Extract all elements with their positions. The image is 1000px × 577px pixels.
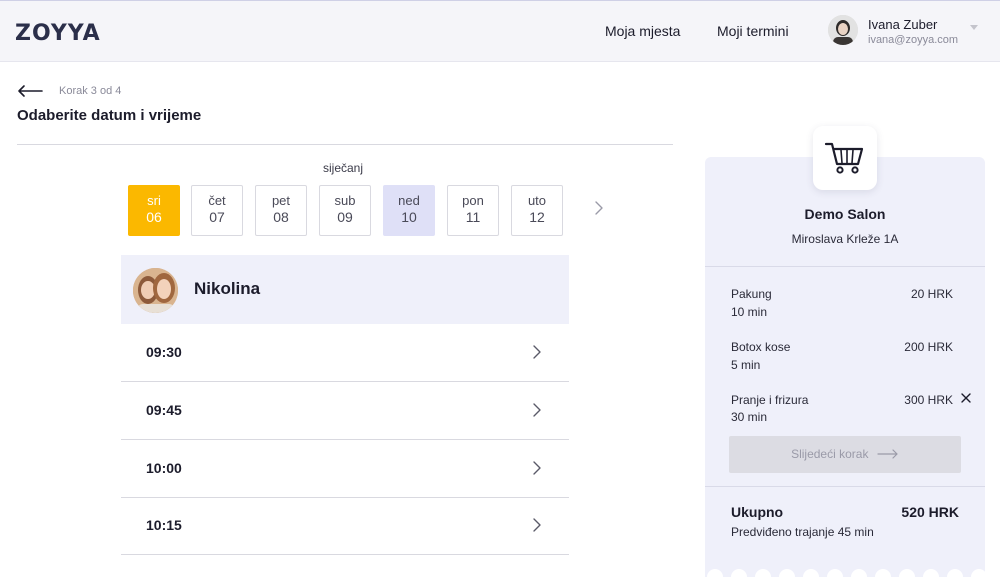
- date-day-12[interactable]: uto 12: [511, 185, 563, 236]
- chevron-right-icon: [533, 403, 541, 417]
- top-header: ZOYYA Moja mjesta Moji termini Ivana Zub…: [0, 0, 1000, 62]
- slot-time: 09:45: [146, 402, 182, 418]
- day-number: 10: [401, 209, 417, 225]
- month-label: siječanj: [323, 161, 364, 175]
- staff-name: Nikolina: [194, 279, 261, 298]
- date-day-11[interactable]: pon 11: [447, 185, 499, 236]
- day-number: 11: [465, 209, 481, 225]
- total-duration: Predviđeno trajanje 45 min: [731, 525, 874, 539]
- slot-time: 09:30: [146, 344, 182, 360]
- service-name: Pranje i frizura: [731, 393, 809, 407]
- total-value: 520 HRK: [901, 504, 959, 520]
- user-email: ivana@zoyya.com: [868, 34, 959, 46]
- time-slot[interactable]: 09:45: [121, 382, 569, 440]
- time-slot[interactable]: 10:00: [121, 440, 569, 498]
- close-icon[interactable]: [960, 392, 972, 404]
- slot-time: 10:15: [146, 517, 182, 533]
- day-number: 08: [273, 209, 289, 225]
- step-counter: Korak 3 od 4: [59, 85, 122, 97]
- divider: [705, 486, 985, 487]
- day-name: pon: [462, 193, 484, 208]
- nav-moja-mjesta[interactable]: Moja mjesta: [605, 23, 680, 39]
- divider: [705, 266, 985, 267]
- cart-icon: [824, 142, 864, 174]
- logo-text: ZOYYA: [15, 21, 101, 44]
- day-number: 07: [209, 209, 225, 225]
- staff-header: Nikolina: [121, 255, 569, 324]
- chevron-right-icon: [533, 518, 541, 532]
- chevron-right-icon: [533, 345, 541, 359]
- day-number: 12: [529, 209, 545, 225]
- next-step-label: Slijedeći korak: [791, 447, 869, 461]
- service-name: Pakung: [731, 287, 772, 301]
- day-number: 06: [146, 209, 162, 225]
- receipt-edge: [705, 564, 985, 577]
- day-name: uto: [527, 193, 547, 208]
- service-duration: 10 min: [731, 305, 768, 319]
- next-step-button[interactable]: Slijedeći korak: [729, 436, 961, 473]
- staff-avatar: [133, 268, 178, 313]
- user-avatar[interactable]: [828, 15, 858, 45]
- nav-moji-termini[interactable]: Moji termini: [717, 23, 789, 39]
- service-duration: 30 min: [731, 410, 768, 424]
- day-name: čet: [208, 193, 226, 208]
- divider: [17, 144, 673, 145]
- service-price: 200 HRK: [904, 340, 953, 354]
- day-name: sri: [147, 193, 161, 208]
- chevron-right-icon: [533, 461, 541, 475]
- user-name[interactable]: Ivana Zuber: [868, 17, 937, 32]
- day-number: 09: [337, 209, 353, 225]
- day-name: ned: [398, 193, 420, 208]
- page-title: Odaberite datum i vrijeme: [17, 107, 202, 124]
- chevron-right-icon[interactable]: [593, 200, 605, 216]
- date-day-09[interactable]: sub 09: [319, 185, 371, 236]
- date-day-07[interactable]: čet 07: [191, 185, 243, 236]
- cart-icon-box: [813, 126, 877, 190]
- date-day-08[interactable]: pet 08: [255, 185, 307, 236]
- time-slot[interactable]: 09:30: [121, 324, 569, 382]
- salon-address: Miroslava Krleže 1A: [791, 232, 899, 246]
- back-arrow-icon[interactable]: [17, 84, 43, 98]
- time-slot[interactable]: 10:15: [121, 497, 569, 555]
- service-price: 20 HRK: [910, 287, 953, 301]
- arrow-right-icon: [877, 449, 898, 459]
- total-label: Ukupno: [731, 504, 784, 520]
- service-duration: 5 min: [731, 358, 761, 372]
- caret-down-icon[interactable]: [970, 25, 978, 30]
- day-name: pet: [271, 193, 291, 208]
- day-name: sub: [334, 193, 356, 208]
- service-name: Botox kose: [731, 340, 791, 354]
- zoyya-logo[interactable]: ZOYYA: [15, 20, 105, 44]
- date-day-06[interactable]: sri 06: [128, 185, 180, 236]
- salon-name: Demo Salon: [804, 206, 886, 222]
- date-day-10[interactable]: ned 10: [383, 185, 435, 236]
- slot-time: 10:00: [146, 460, 182, 476]
- service-price: 300 HRK: [904, 393, 953, 407]
